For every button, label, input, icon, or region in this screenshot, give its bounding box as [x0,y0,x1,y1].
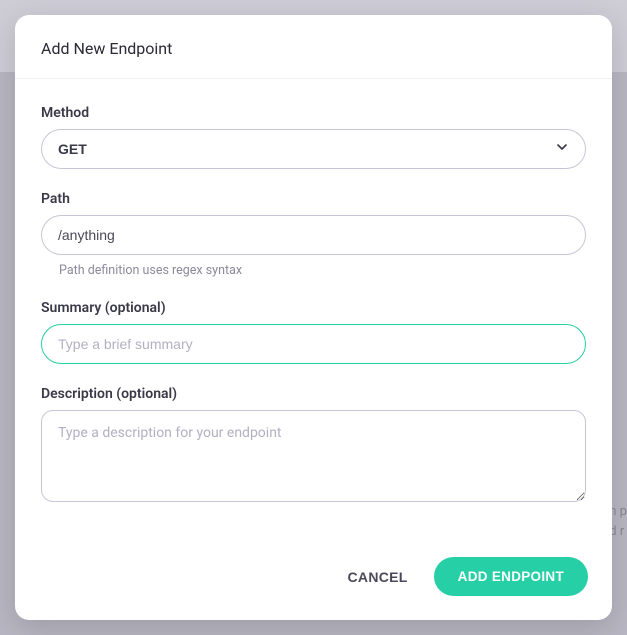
description-textarea[interactable] [41,410,586,502]
method-select-wrap: GET [41,129,586,169]
modal-title: Add New Endpoint [41,39,586,58]
description-label: Description (optional) [41,386,586,402]
modal-footer: CANCEL ADD ENDPOINT [15,541,612,620]
path-label: Path [41,191,586,207]
path-helper-text: Path definition uses regex syntax [59,263,586,278]
method-select[interactable]: GET [41,129,586,169]
path-field-group: Path Path definition uses regex syntax [41,191,586,278]
method-label: Method [41,105,586,121]
summary-field-group: Summary (optional) [41,300,586,364]
description-field-group: Description (optional) [41,386,586,506]
path-input[interactable] [41,215,586,255]
modal-body: Method GET Path Path definition uses reg… [15,79,612,541]
summary-input[interactable] [41,324,586,364]
add-endpoint-button[interactable]: ADD ENDPOINT [434,557,588,596]
modal-header: Add New Endpoint [15,15,612,79]
method-field-group: Method GET [41,105,586,169]
cancel-button[interactable]: CANCEL [340,559,416,595]
add-endpoint-modal: Add New Endpoint Method GET Path Path de… [15,15,612,620]
summary-label: Summary (optional) [41,300,586,316]
